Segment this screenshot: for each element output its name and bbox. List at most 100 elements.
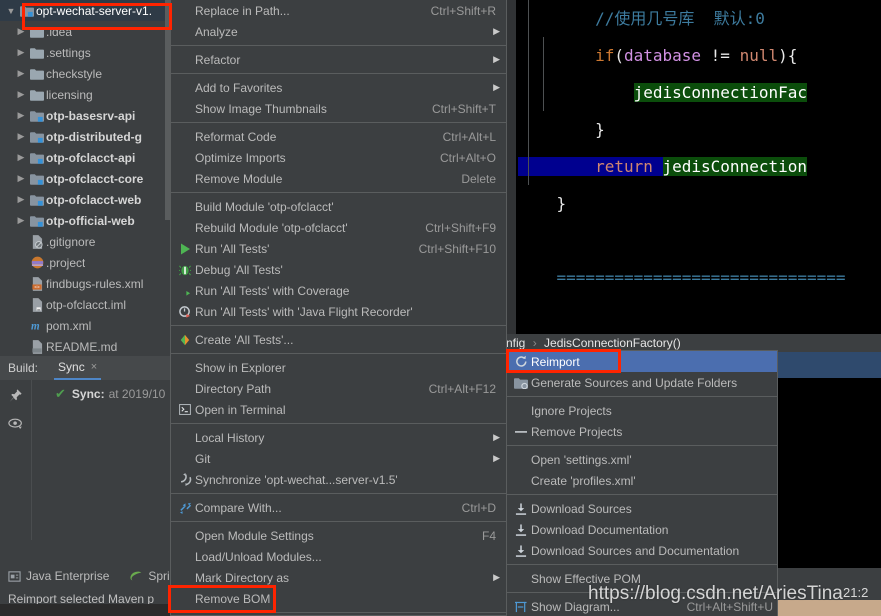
eye-icon[interactable] (7, 417, 24, 431)
menu-item-ignore-projects[interactable]: Ignore Projects (507, 400, 777, 421)
code-editor[interactable]: //使用几号库 默认:0 if(database != null){ jedis… (506, 0, 881, 340)
code-line[interactable] (518, 296, 881, 333)
menu-item-debug-all-tests[interactable]: Debug 'All Tests' (171, 259, 506, 280)
tree-item-otp-ofclacct-iml[interactable]: otp-ofclacct.iml (0, 294, 170, 315)
context-menu[interactable]: Replace in Path... Ctrl+Shift+R Analyze ▶ Re… (170, 0, 507, 616)
tree-item-label: .idea (46, 24, 73, 39)
tree-item-opt-wechat-server-v1[interactable]: ▼ opt-wechat-server-v1. (0, 0, 170, 21)
tree-item-checkstyle[interactable]: ▶ checkstyle (0, 63, 170, 84)
tree-item-readme-md[interactable]: README.md (0, 336, 170, 356)
menu-item-create-all-tests[interactable]: Create 'All Tests'... (171, 329, 506, 350)
tool-button-spring[interactable]: Spri (129, 569, 170, 583)
menu-item-remove-projects[interactable]: Remove Projects (507, 421, 777, 442)
chevron-right-icon[interactable]: ▶ (14, 194, 28, 205)
tree-item-otp-ofclacct-api[interactable]: ▶ otp-ofclacct-api (0, 147, 170, 168)
chevron-right-icon[interactable]: ▶ (14, 152, 28, 163)
chevron-right-icon[interactable]: ▶ (14, 68, 28, 79)
menu-item-optimize-imports[interactable]: Optimize Imports Ctrl+Alt+O (171, 147, 506, 168)
code-line[interactable]: } (518, 185, 881, 222)
menu-item-download-sources-and-documentation[interactable]: Download Sources and Documentation (507, 540, 777, 561)
tree-item-pom-xml[interactable]: m pom.xml (0, 315, 170, 336)
menu-item-add-to-favorites[interactable]: Add to Favorites ▶ (171, 77, 506, 98)
tab-sync[interactable]: Sync × (54, 355, 102, 380)
chevron-right-icon[interactable]: ▶ (14, 89, 28, 100)
folder-icon (28, 26, 46, 38)
menu-item-run-all-tests[interactable]: Run 'All Tests' Ctrl+Shift+F10 (171, 238, 506, 259)
menu-item-label: Local History (195, 430, 265, 445)
code-token: ){ (778, 46, 798, 65)
tree-item-licensing[interactable]: ▶ licensing (0, 84, 170, 105)
tree-item-otp-distributed-g[interactable]: ▶ otp-distributed-g (0, 126, 170, 147)
tree-item-label: otp-ofclacct-core (46, 171, 144, 186)
chevron-right-icon[interactable]: ▶ (14, 47, 28, 58)
chevron-right-icon[interactable]: ▶ (14, 173, 28, 184)
sync-status-title: Sync: (71, 387, 105, 401)
menu-item-compare-with[interactable]: Compare With... Ctrl+D (171, 497, 506, 518)
menu-item-show-in-explorer[interactable]: Show in Explorer (171, 357, 506, 378)
editor-code-area[interactable]: //使用几号库 默认:0 if(database != null){ jedis… (518, 0, 881, 340)
menu-item-local-history[interactable]: Local History ▶ (171, 427, 506, 448)
menu-item-open-settings-xml[interactable]: Open 'settings.xml' (507, 449, 777, 470)
menu-item-run-all-tests-with-coverage[interactable]: Run 'All Tests' with Coverage (171, 280, 506, 301)
menu-item-download-documentation[interactable]: Download Documentation (507, 519, 777, 540)
menu-item-open-module-settings[interactable]: Open Module Settings F4 (171, 525, 506, 546)
menu-item-label: Load/Unload Modules... (195, 549, 322, 564)
menu-item-remove-bom[interactable]: Remove BOM (171, 588, 506, 609)
menu-item-refactor[interactable]: Refactor ▶ (171, 49, 506, 70)
menu-item-build-module-otp-ofclacct[interactable]: Build Module 'otp-ofclacct' (171, 196, 506, 217)
tree-item-label: README.md (46, 339, 118, 354)
chevron-right-icon[interactable]: ▶ (14, 110, 28, 121)
diagram-icon (511, 601, 531, 613)
pin-icon[interactable] (8, 388, 23, 403)
code-token: null (739, 46, 779, 65)
project-tree[interactable]: ▼ opt-wechat-server-v1. ▶ .idea ▶ .settings ▶ c… (0, 0, 170, 356)
menu-item-run-all-tests-with-java-flight-recorder[interactable]: Run 'All Tests' with 'Java Flight Record… (171, 301, 506, 322)
menu-item-download-sources[interactable]: Download Sources (507, 498, 777, 519)
maven-submenu[interactable]: Reimport Generate Sources and Update Fold… (506, 350, 778, 616)
chevron-right-icon[interactable]: ▶ (14, 215, 28, 226)
menu-item-show-image-thumbnails[interactable]: Show Image Thumbnails Ctrl+Shift+T (171, 98, 506, 119)
maven-pom-icon: m (28, 319, 46, 332)
menu-item-open-in-terminal[interactable]: Open in Terminal (171, 399, 506, 420)
tool-button-java-enterprise[interactable]: Java Enterprise (8, 569, 109, 583)
chevron-right-icon[interactable]: ▶ (14, 131, 28, 142)
menu-item-rebuild-module-otp-ofclacct[interactable]: Rebuild Module 'otp-ofclacct' Ctrl+Shift+… (171, 217, 506, 238)
close-icon[interactable]: × (91, 355, 97, 379)
code-line[interactable] (518, 222, 881, 259)
code-line[interactable]: return jedisConnection (518, 148, 881, 185)
menu-item-analyze[interactable]: Analyze ▶ (171, 21, 506, 42)
code-line[interactable]: if(database != null){ (518, 37, 881, 74)
menu-item-generate-sources-and-update-folders[interactable]: Generate Sources and Update Folders (507, 372, 777, 393)
menu-item-synchronize-opt-wechat-server-v1-5[interactable]: Synchronize 'opt-wechat...server-v1.5' (171, 469, 506, 490)
menu-item-mark-directory-as[interactable]: Mark Directory as ▶ (171, 567, 506, 588)
code-line[interactable]: jedisConnectionFac (518, 74, 881, 111)
code-line[interactable]: ============================== (518, 259, 881, 296)
breadcrumb-parent[interactable]: nfig (506, 336, 525, 350)
menu-item-reformat-code[interactable]: Reformat Code Ctrl+Alt+L (171, 126, 506, 147)
menu-item-load-unload-modules[interactable]: Load/Unload Modules... (171, 546, 506, 567)
menu-item-remove-module[interactable]: Remove Module Delete (171, 168, 506, 189)
tree-item-findbugs-rules-xml[interactable]: <> findbugs-rules.xml (0, 273, 170, 294)
synchronize-icon (175, 473, 195, 486)
menu-item-replace-in-path[interactable]: Replace in Path... Ctrl+Shift+R (171, 0, 506, 21)
tree-item-gitignore[interactable]: .gitignore (0, 231, 170, 252)
breadcrumb-current[interactable]: JedisConnectionFactory() (544, 336, 681, 350)
code-line[interactable]: } (518, 111, 881, 148)
chevron-down-icon[interactable]: ▼ (4, 6, 18, 16)
tree-item-project[interactable]: .project (0, 252, 170, 273)
tree-item-otp-official-web[interactable]: ▶ otp-official-web (0, 210, 170, 231)
menu-item-create-profiles-xml[interactable]: Create 'profiles.xml' (507, 470, 777, 491)
build-side-toolbar[interactable] (0, 380, 32, 540)
code-line[interactable]: //使用几号库 默认:0 (518, 0, 881, 37)
tree-item-idea[interactable]: ▶ .idea (0, 21, 170, 42)
menu-item-shortcut: Ctrl+Alt+F12 (428, 381, 496, 396)
tree-item-otp-ofclacct-web[interactable]: ▶ otp-ofclacct-web (0, 189, 170, 210)
menu-item-shortcut: Ctrl+Shift+T (431, 101, 496, 116)
menu-item-directory-path[interactable]: Directory Path Ctrl+Alt+F12 (171, 378, 506, 399)
tree-item-otp-ofclacct-core[interactable]: ▶ otp-ofclacct-core (0, 168, 170, 189)
tree-item-settings[interactable]: ▶ .settings (0, 42, 170, 63)
chevron-right-icon[interactable]: ▶ (14, 26, 28, 37)
menu-item-git[interactable]: Git ▶ (171, 448, 506, 469)
menu-item-reimport[interactable]: Reimport (507, 351, 777, 372)
tree-item-otp-basesrv-api[interactable]: ▶ otp-basesrv-api (0, 105, 170, 126)
